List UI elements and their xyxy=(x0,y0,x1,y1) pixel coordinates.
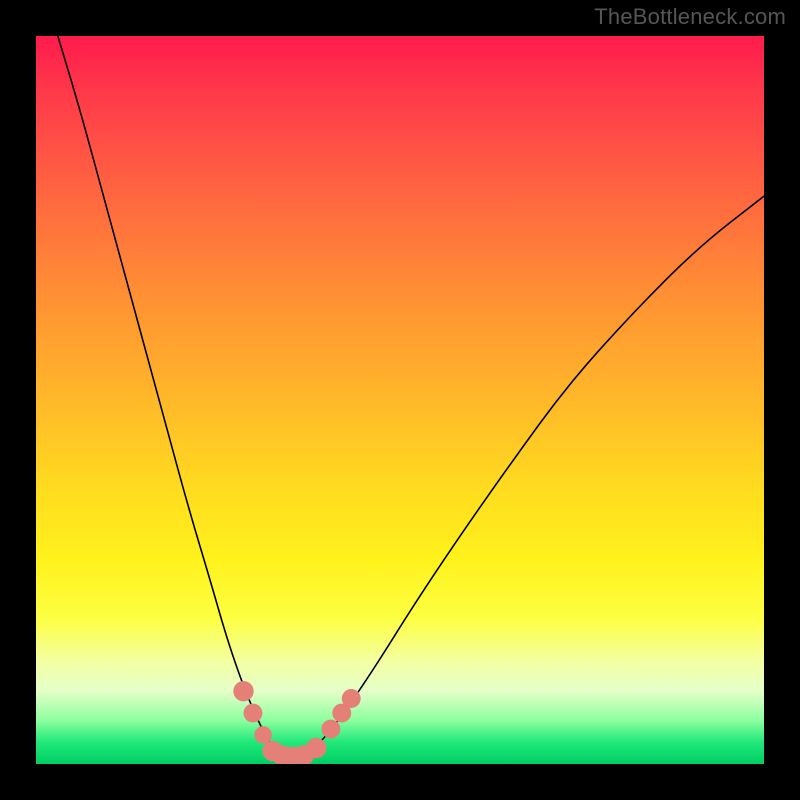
data-marker xyxy=(342,689,361,708)
data-marker xyxy=(254,726,271,743)
watermark-text: TheBottleneck.com xyxy=(594,4,786,30)
left-branch-path xyxy=(58,36,291,757)
markers-group xyxy=(233,681,360,764)
curve-layer xyxy=(36,36,764,764)
right-branch-path xyxy=(291,196,764,757)
chart-frame: TheBottleneck.com xyxy=(0,0,800,800)
data-marker xyxy=(243,704,262,723)
plot-area xyxy=(36,36,764,764)
data-marker xyxy=(321,720,340,739)
data-marker xyxy=(233,681,253,701)
data-marker xyxy=(306,738,326,758)
